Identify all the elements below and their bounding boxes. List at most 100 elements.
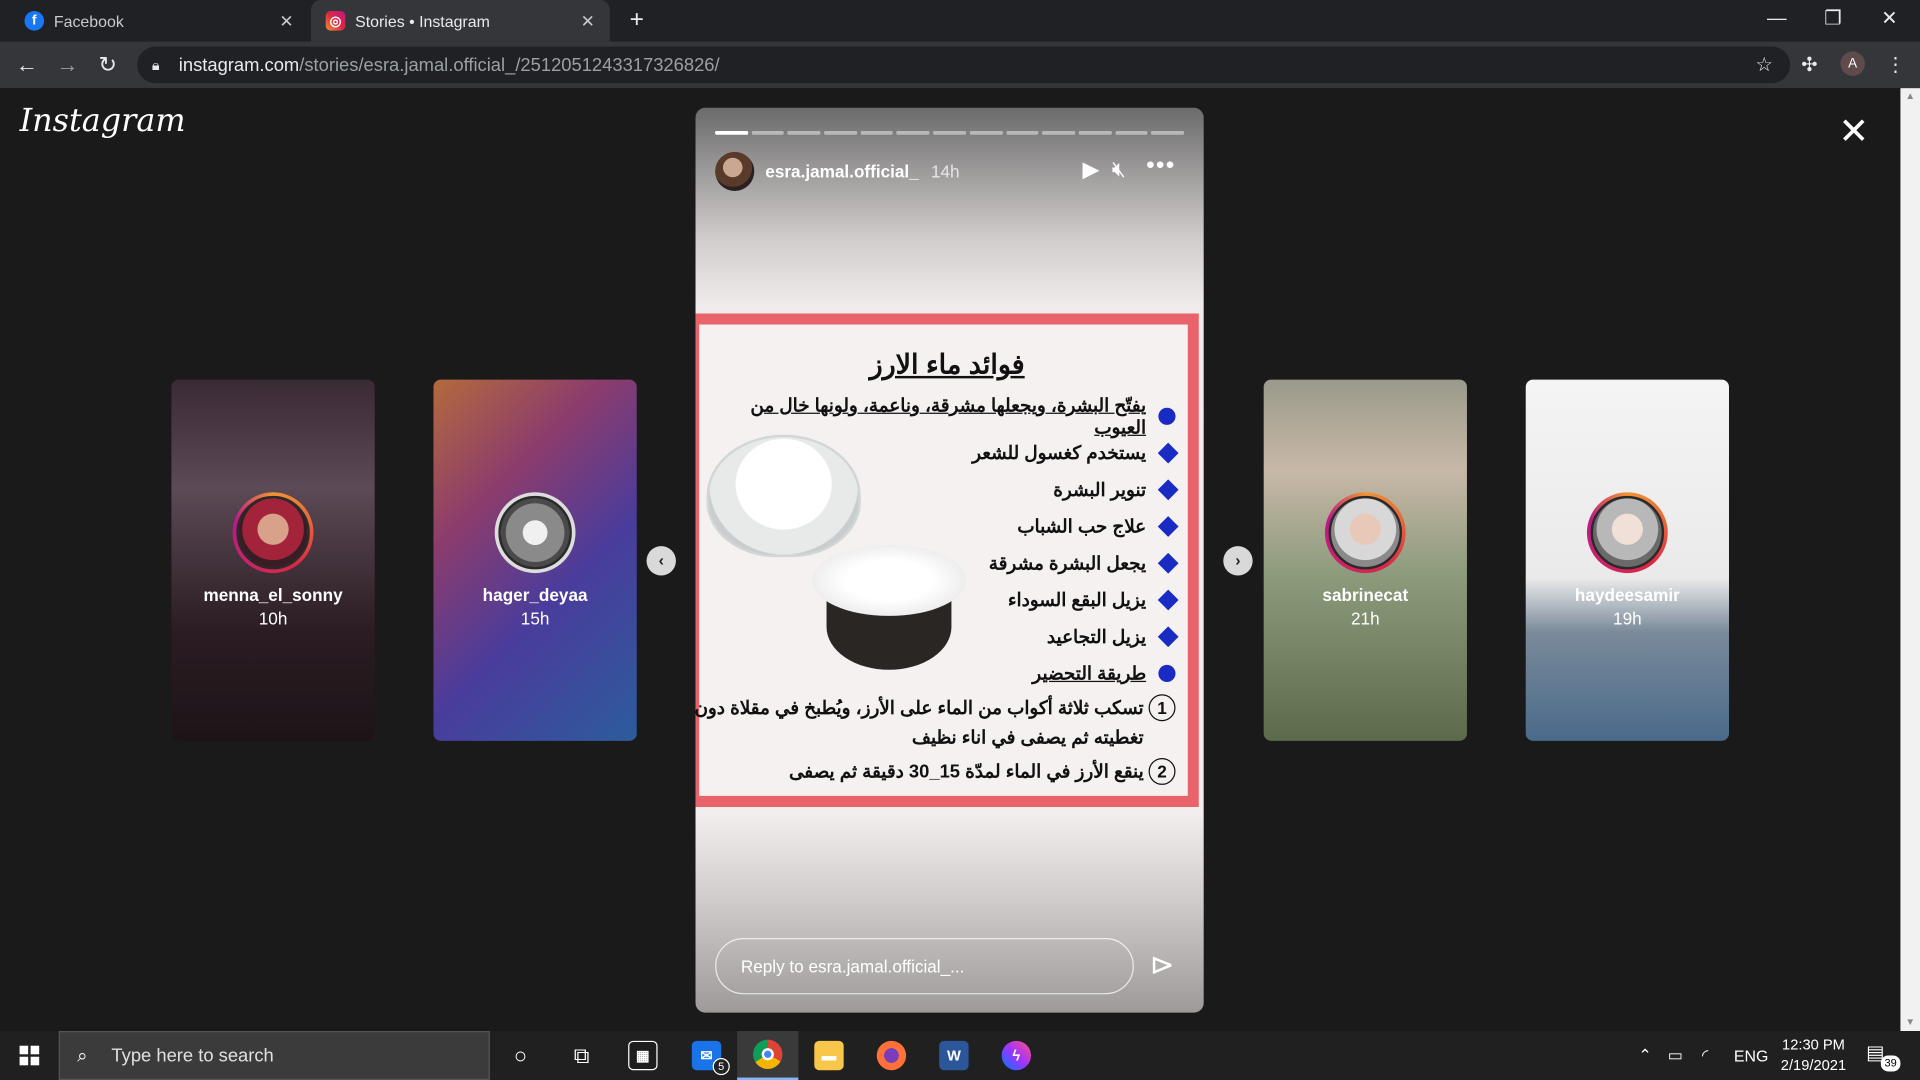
dot-bullet-icon	[1158, 407, 1176, 425]
url-host: instagram.com	[178, 54, 300, 76]
word-icon[interactable]: W	[923, 1031, 984, 1080]
progress-segment	[787, 131, 821, 135]
dot-bullet-icon	[1158, 664, 1176, 683]
progress-segment	[860, 131, 894, 135]
tray-overflow-icon[interactable]: ⌃	[1638, 1031, 1651, 1080]
story-time: 21h	[1351, 608, 1380, 629]
story-preview-haydeesamir[interactable]: haydeesamir 19h	[1525, 379, 1729, 741]
next-story-arrow[interactable]: ›	[1223, 546, 1253, 576]
windows-logo-icon	[19, 1045, 40, 1066]
close-tab-icon[interactable]: ✕	[274, 10, 298, 31]
page-scrollbar[interactable]: ▲ ▼	[1900, 88, 1920, 1032]
file-explorer-icon[interactable]: ▬	[798, 1031, 859, 1080]
bookmark-star-icon[interactable]: ☆	[1756, 53, 1774, 77]
facebook-icon: f	[24, 11, 45, 31]
progress-segment	[969, 131, 1003, 135]
story-avatar-ring	[1324, 492, 1406, 574]
rice-water-card: فوائد ماء الارز يفتّح البشرة، ويجعلها مش…	[695, 313, 1199, 807]
send-icon[interactable]: ⊳	[1144, 948, 1181, 985]
story-preview-hager[interactable]: hager_deyaa 15h	[433, 379, 637, 741]
preparation-steps: 1 تسكب ثلاثة أكواب من الماء على الأرز، وي…	[696, 694, 1176, 792]
extensions-icon[interactable]: ✣	[1801, 53, 1817, 77]
step-item: 1 تسكب ثلاثة أكواب من الماء على الأرز، وي…	[696, 694, 1176, 753]
story-username: hager_deyaa	[482, 585, 588, 605]
url-path: /stories/esra.jamal.official_/2512051243…	[299, 54, 720, 76]
list-item: يفتّح البشرة، ويجعلها مشرقة، وناعمة، ولو…	[698, 396, 1176, 438]
mail-badge: 5	[712, 1057, 730, 1076]
story-preview-menna[interactable]: menna_el_sonny 10h	[171, 379, 375, 741]
progress-segment	[933, 131, 966, 135]
window-close-button[interactable]: ✕	[1861, 0, 1917, 42]
diamond-bullet-icon	[1157, 626, 1179, 648]
mute-icon[interactable]: 🔇︎	[1112, 157, 1126, 183]
story-progress-bar	[715, 131, 1185, 135]
progress-segment	[896, 131, 930, 135]
minimize-button[interactable]: —	[1749, 0, 1805, 42]
firefox-icon[interactable]	[861, 1031, 922, 1080]
url-text[interactable]: instagram.com/stories/esra.jamal.officia…	[179, 54, 720, 75]
browser-tab-bar: f Facebook ✕ ◎ Stories • Instagram ✕ + —…	[0, 0, 1920, 42]
progress-segment	[1042, 131, 1075, 135]
wifi-icon[interactable]: ◜	[1702, 1031, 1708, 1080]
browser-toolbar: ← → ↻ 🔒︎ instagram.com/stories/esra.jama…	[0, 41, 1920, 89]
clock-date: 2/19/2021	[1780, 1056, 1847, 1074]
store-icon[interactable]: ▦	[612, 1031, 673, 1080]
story-preview-sabrinecat[interactable]: sabrinecat 21h	[1263, 379, 1467, 741]
diamond-bullet-icon	[1157, 479, 1179, 501]
taskbar-search[interactable]: ⌕ Type here to search	[58, 1031, 490, 1080]
diamond-bullet-icon	[1157, 589, 1179, 611]
reply-input[interactable]: Reply to esra.jamal.official_...	[715, 937, 1134, 995]
new-tab-button[interactable]: +	[622, 6, 651, 35]
story-username[interactable]: esra.jamal.official_	[765, 162, 918, 182]
instagram-stories-page: Instagram ✕ menna_el_sonny 10h hager_dey…	[0, 88, 1920, 1032]
step-item: 2 ينقع الأرز في الماء لمدّة 15_30 دقيقة ث…	[696, 757, 1176, 787]
list-item: طريقة التحضير	[698, 655, 1176, 692]
progress-segment	[715, 131, 748, 135]
diamond-bullet-icon	[1157, 442, 1179, 464]
close-tab-icon[interactable]: ✕	[576, 10, 600, 31]
tab-instagram[interactable]: ◎ Stories • Instagram ✕	[311, 0, 610, 42]
lock-icon: 🔒︎	[151, 55, 160, 73]
battery-icon[interactable]: ▭	[1668, 1031, 1683, 1080]
restore-button[interactable]: ❐	[1805, 0, 1861, 42]
start-button[interactable]	[0, 1031, 59, 1080]
list-item: يجعل البشرة مشرقة	[698, 545, 1179, 582]
messenger-icon[interactable]: ϟ	[986, 1031, 1047, 1080]
cortana-icon[interactable]: ○	[490, 1031, 551, 1080]
progress-segment	[1151, 131, 1185, 135]
progress-segment	[1005, 131, 1039, 135]
benefits-list: يفتّح البشرة، ويجعلها مشرقة، وناعمة، ولو…	[698, 396, 1179, 692]
tab-facebook[interactable]: f Facebook ✕	[10, 0, 309, 42]
instagram-logo[interactable]: Instagram	[20, 103, 186, 140]
tab-title: Stories • Instagram	[355, 11, 490, 31]
menu-kebab-icon[interactable]: ⋮	[1886, 53, 1906, 77]
notification-center-icon[interactable]: ▤ 39	[1866, 1041, 1901, 1073]
back-button[interactable]: ←	[11, 49, 43, 81]
scroll-up-icon[interactable]: ▲	[1900, 88, 1920, 105]
more-options-icon[interactable]: •••	[1146, 152, 1175, 180]
mail-icon[interactable]: ✉ 5	[676, 1031, 737, 1080]
step-text: ينقع الأرز في الماء لمدّة 15_30 دقيقة ثم…	[788, 761, 1144, 783]
diamond-bullet-icon	[1157, 516, 1179, 537]
forward-button[interactable]: →	[51, 49, 83, 81]
list-item: يزيل البقع السوداء	[698, 582, 1179, 619]
reload-button[interactable]: ↻	[92, 49, 124, 81]
search-placeholder: Type here to search	[111, 1045, 274, 1066]
scroll-down-icon[interactable]: ▼	[1900, 1014, 1920, 1031]
active-story[interactable]: esra.jamal.official_ 14h ▶ 🔇︎ ••• فوائد …	[695, 107, 1204, 1013]
address-bar[interactable]: 🔒︎ instagram.com/stories/esra.jamal.offi…	[137, 46, 1791, 84]
avatar[interactable]	[715, 151, 755, 192]
card-title: فوائد ماء الارز	[869, 348, 1025, 380]
profile-avatar[interactable]: A	[1840, 51, 1865, 76]
close-stories-icon[interactable]: ✕	[1837, 113, 1871, 150]
search-icon: ⌕	[77, 1045, 88, 1066]
taskbar-clock[interactable]: 12:30 PM 2/19/2021	[1773, 1035, 1854, 1077]
task-view-icon[interactable]: ⧉	[551, 1031, 612, 1080]
clock-time: 12:30 PM	[1782, 1035, 1845, 1054]
chrome-icon[interactable]	[737, 1031, 799, 1080]
play-icon[interactable]: ▶	[1082, 157, 1099, 183]
list-item: علاج حب الشباب	[698, 508, 1179, 545]
notification-count: 39	[1880, 1055, 1901, 1072]
previous-story-arrow[interactable]: ‹	[646, 546, 676, 576]
language-indicator[interactable]: ENG	[1734, 1031, 1768, 1080]
